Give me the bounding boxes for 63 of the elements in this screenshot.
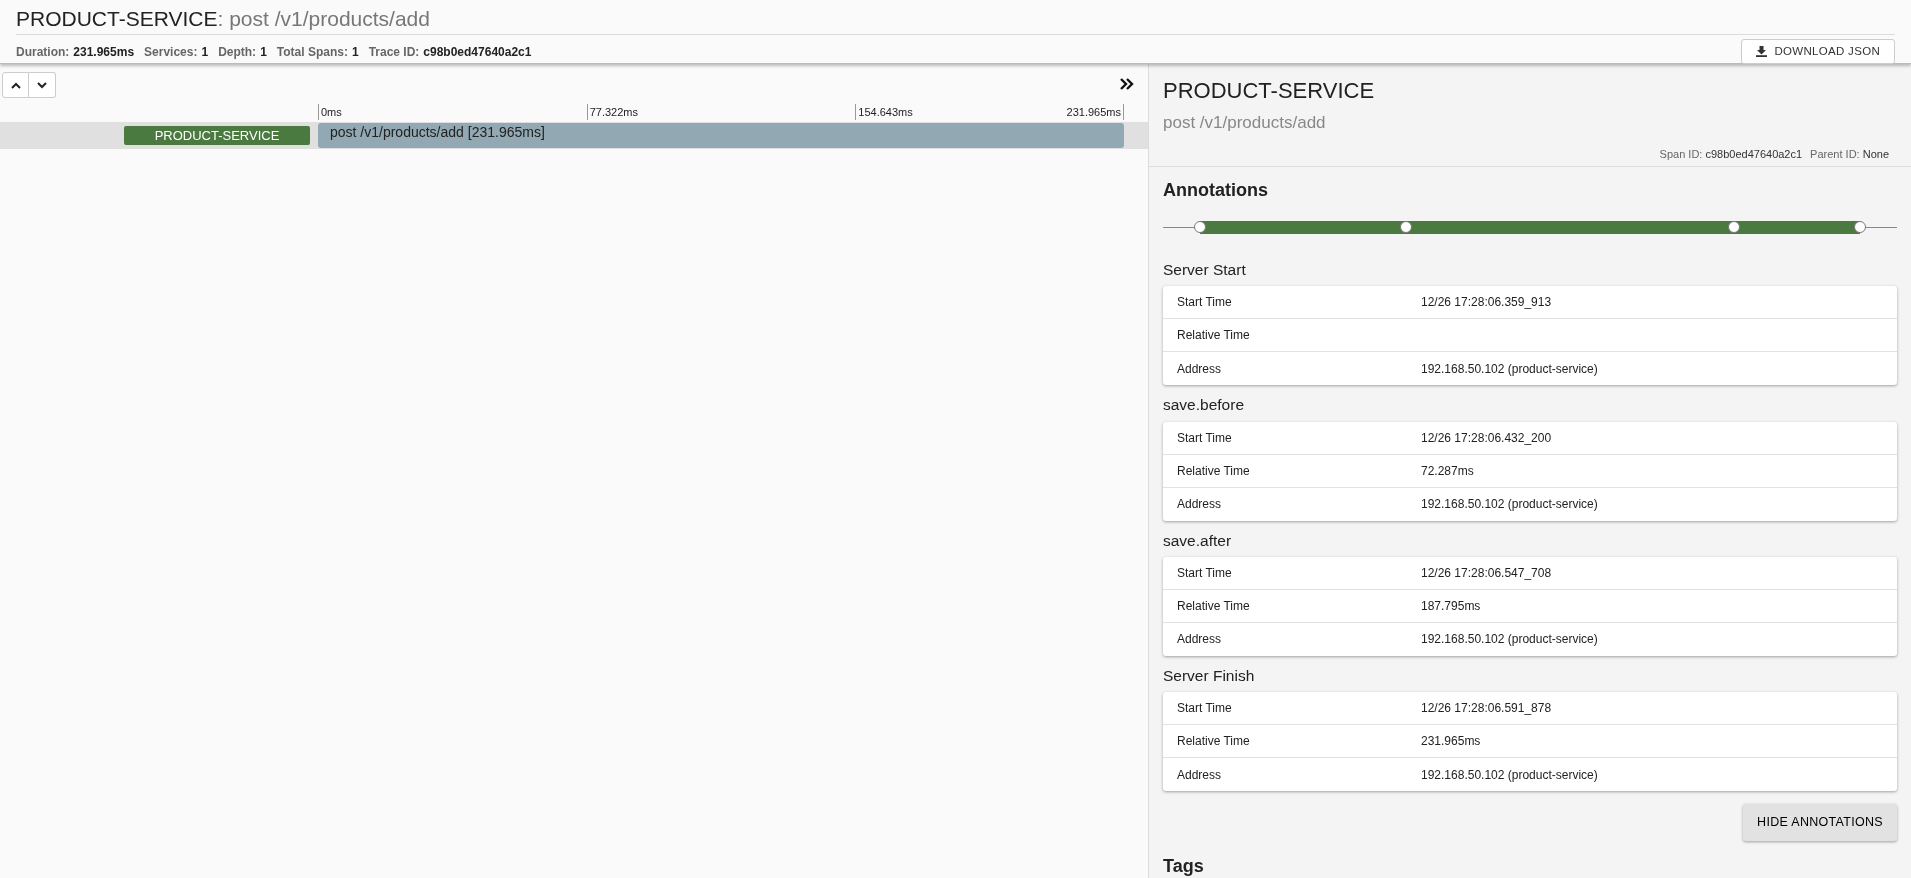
stat-value: 231.965ms [73, 43, 135, 61]
field-label: Start Time [1177, 700, 1233, 717]
stat-label: Services: [144, 43, 198, 61]
stat-value: 1 [351, 43, 359, 61]
field-value: 12/26 17:28:06.547_708 [1421, 564, 1552, 582]
stat-label: Total Spans: [276, 43, 348, 61]
field-label: Address [1177, 496, 1223, 513]
chevron-up-icon [10, 81, 21, 89]
field-label: Start Time [1177, 429, 1233, 447]
span-operation-subtitle: post /v1/products/add [1163, 112, 1327, 134]
field-value: 231.965ms [1421, 733, 1481, 750]
stat-value: 1 [260, 43, 267, 61]
field-label: Address [1177, 360, 1223, 378]
field-label: Relative Time [1177, 462, 1251, 480]
field-label: Start Time [1177, 294, 1233, 312]
annotation-title: Server Finish [1163, 665, 1256, 686]
annotation-title: save.after [1163, 530, 1233, 551]
trace-service-title: PRODUCT-SERVICE [16, 7, 218, 30]
field-value: 192.168.50.102 (product-service) [1421, 631, 1598, 649]
id-label: Span ID: [1659, 147, 1703, 160]
stat-label: Trace ID: [368, 43, 420, 61]
annotation-title: save.before [1163, 395, 1245, 416]
axis-tick-label: 77.322ms [586, 104, 638, 120]
expand-down-button[interactable] [29, 72, 56, 98]
download-icon [1755, 46, 1767, 58]
field-value: 12/26 17:28:06.591_878 [1421, 700, 1552, 717]
field-label: Relative Time [1177, 327, 1251, 345]
field-label: Address [1177, 631, 1223, 649]
collapse-panel-icon[interactable] [1120, 78, 1134, 90]
field-label: Relative Time [1177, 597, 1251, 615]
field-value: 187.795ms [1421, 597, 1481, 615]
span-row[interactable]: PRODUCT-SERVICE post /v1/products/add [231.965ms] [0, 122, 1148, 149]
span-bar[interactable]: post /v1/products/add [231.965ms] [318, 123, 1124, 148]
field-value: 12/26 17:28:06.359_913 [1421, 294, 1552, 312]
annotations-heading: Annotations [1162, 179, 1269, 202]
tags-heading: Tags [1162, 854, 1205, 878]
axis-tick-label: 231.965ms [1064, 104, 1124, 120]
id-value: None [1862, 147, 1889, 160]
axis-tick-label: 0ms [318, 104, 342, 120]
stat-label: Duration: [16, 43, 70, 61]
stat-value: c98b0ed47640a2c1 [423, 43, 532, 61]
hide-annotations-button[interactable]: HIDE ANNOTATIONS [1743, 804, 1897, 841]
field-value: 12/26 17:28:06.432_200 [1421, 429, 1552, 447]
id-label: Parent ID: [1810, 147, 1860, 160]
span-service-title: PRODUCT-SERVICE [1163, 77, 1376, 105]
stat-value: 1 [201, 43, 209, 61]
id-value: c98b0ed47640a2c1 [1705, 147, 1803, 160]
annotation-title: Server Start [1163, 260, 1247, 280]
chevron-down-icon [37, 81, 47, 89]
field-label: Start Time [1177, 564, 1233, 582]
field-value: 192.168.50.102 (product-service) [1421, 360, 1598, 378]
field-value: 192.168.50.102 (product-service) [1421, 496, 1598, 513]
field-label: Address [1177, 766, 1223, 784]
axis-tick-label: 154.643ms [855, 104, 913, 120]
expand-up-button[interactable] [2, 72, 29, 98]
download-json-button[interactable]: DOWNLOAD JSON [1740, 39, 1895, 65]
service-tag: PRODUCT-SERVICE [124, 126, 310, 145]
trace-operation-title: : post /v1/products/add [217, 7, 430, 30]
field-value: 72.287ms [1421, 462, 1474, 480]
field-label: Relative Time [1177, 733, 1251, 750]
field-value: 192.168.50.102 (product-service) [1421, 766, 1598, 784]
annotation-marker[interactable] [1194, 221, 1206, 233]
stat-label: Depth: [218, 43, 257, 61]
